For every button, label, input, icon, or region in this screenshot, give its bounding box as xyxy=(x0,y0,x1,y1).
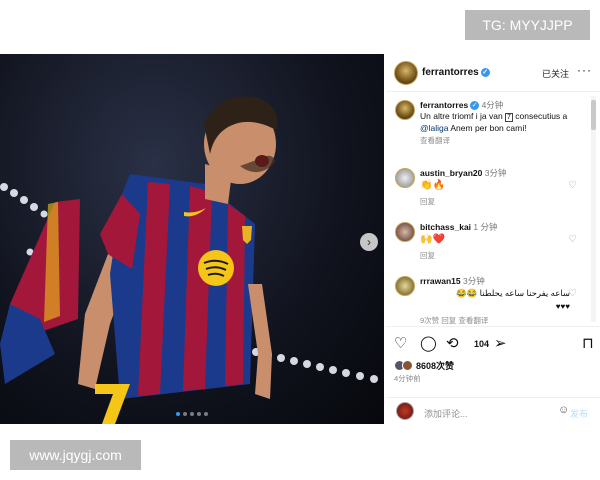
post-comment-button[interactable]: 发布 xyxy=(570,407,588,420)
comment-input[interactable]: 添加评论... xyxy=(424,407,468,420)
caption-avatar[interactable] xyxy=(395,100,415,120)
reply-link[interactable]: 回复 xyxy=(420,196,570,207)
commenter-avatar[interactable] xyxy=(395,222,415,242)
posted-time: 4分钟前 xyxy=(394,374,421,383)
caption-time: 4分钟 xyxy=(481,100,504,110)
caption-number-box: 7 xyxy=(505,113,513,122)
player-photo-illustration xyxy=(0,96,378,424)
comment-username[interactable]: austin_bryan20 xyxy=(420,168,482,178)
carousel-dot xyxy=(197,412,201,416)
commenter-avatar[interactable] xyxy=(395,168,415,188)
comment-icon[interactable]: ◯ xyxy=(420,335,437,353)
liker-avatar xyxy=(402,360,413,371)
comment-like-heart-icon[interactable]: ♡ xyxy=(568,288,577,299)
caption-text-2: consecutius a xyxy=(512,111,568,121)
comment-time: 3分钟 xyxy=(463,276,485,286)
carousel-dot xyxy=(190,412,194,416)
comments-scrollbar[interactable] xyxy=(591,96,596,322)
post-header: ferrantorres ✓ 已关注 ··· xyxy=(386,54,600,92)
share-icon[interactable]: ➢ xyxy=(494,335,507,353)
carousel-dot xyxy=(183,412,187,416)
author-avatar[interactable] xyxy=(394,61,418,85)
likes-count[interactable]: 8608次赞 xyxy=(416,359,454,372)
commenter-avatar[interactable] xyxy=(395,276,415,296)
add-comment-bar: 添加评论... ☺ 发布 xyxy=(386,397,600,425)
comment-like-heart-icon[interactable]: ♡ xyxy=(568,234,577,245)
carousel-dot xyxy=(204,412,208,416)
comment-like-heart-icon[interactable]: ♡ xyxy=(568,180,577,191)
more-options-icon[interactable]: ··· xyxy=(577,63,592,77)
carousel-dot xyxy=(176,412,180,416)
comment-text: ساعه يفرحنا ساعه يحلطنا 😂😂 xyxy=(456,288,570,298)
emoji-icon[interactable]: ☺ xyxy=(558,404,569,416)
comments-list[interactable]: ferrantorres ✓ 4分钟 Un altre triomf i ja v… xyxy=(386,94,600,324)
comment-username[interactable]: bitchass_kai xyxy=(420,222,471,232)
caption-username[interactable]: ferrantorres xyxy=(420,100,468,110)
caption-mention-link[interactable]: @laliga xyxy=(420,123,448,133)
watermark-bottom: www.jqygj.com xyxy=(10,440,141,470)
scrollbar-thumb[interactable] xyxy=(591,100,596,130)
comment-meta[interactable]: 9次赞 回复 查看翻译 xyxy=(420,315,570,324)
following-button[interactable]: 已关注 xyxy=(542,67,569,80)
verified-icon: ✓ xyxy=(470,101,480,110)
page: TG: MYYJJPP › ferrantorres ✓ 已关注 ··· fer… xyxy=(0,0,600,480)
caption-text-3: Anem per bon camí! xyxy=(448,123,527,133)
comment-username[interactable]: rrrawan15 xyxy=(420,276,461,286)
repost-count: 104 xyxy=(474,339,490,349)
carousel-dots xyxy=(176,412,208,416)
comment-time: 3分钟 xyxy=(484,168,507,178)
post-actions: ♡ ◯ ⟲ 104 ➢ ⊓ 8608次赞 4分钟前 添加评论... ☺ 发布 xyxy=(386,326,600,424)
post-image[interactable]: › 👤 xyxy=(0,54,384,424)
repost-icon[interactable]: ⟲ xyxy=(446,335,459,353)
comment-text-hearts: ♥♥♥ xyxy=(555,302,570,311)
watermark-top: TG: MYYJJPP xyxy=(465,10,590,40)
current-user-avatar xyxy=(396,402,414,420)
verified-icon: ✓ xyxy=(480,68,490,77)
heart-icon[interactable]: ♡ xyxy=(394,335,407,353)
likes-summary[interactable]: 8608次赞 xyxy=(394,359,454,372)
comment-text: 🙌❤️ xyxy=(420,234,445,245)
comment-text: 👏🔥 xyxy=(420,180,445,191)
author-username[interactable]: ferrantorres ✓ xyxy=(422,67,490,78)
post-side-panel: ferrantorres ✓ 已关注 ··· ferrantorres ✓ 4分钟 … xyxy=(386,54,600,424)
reply-link[interactable]: 回复 xyxy=(420,250,570,261)
next-image-button[interactable]: › xyxy=(360,233,378,251)
caption-text-1: Un altre triomf i ja van xyxy=(420,111,506,121)
comment-time: 1 分钟 xyxy=(473,222,498,232)
save-icon[interactable]: ⊓ xyxy=(582,335,594,353)
see-translation-link[interactable]: 查看翻译 xyxy=(420,135,570,146)
